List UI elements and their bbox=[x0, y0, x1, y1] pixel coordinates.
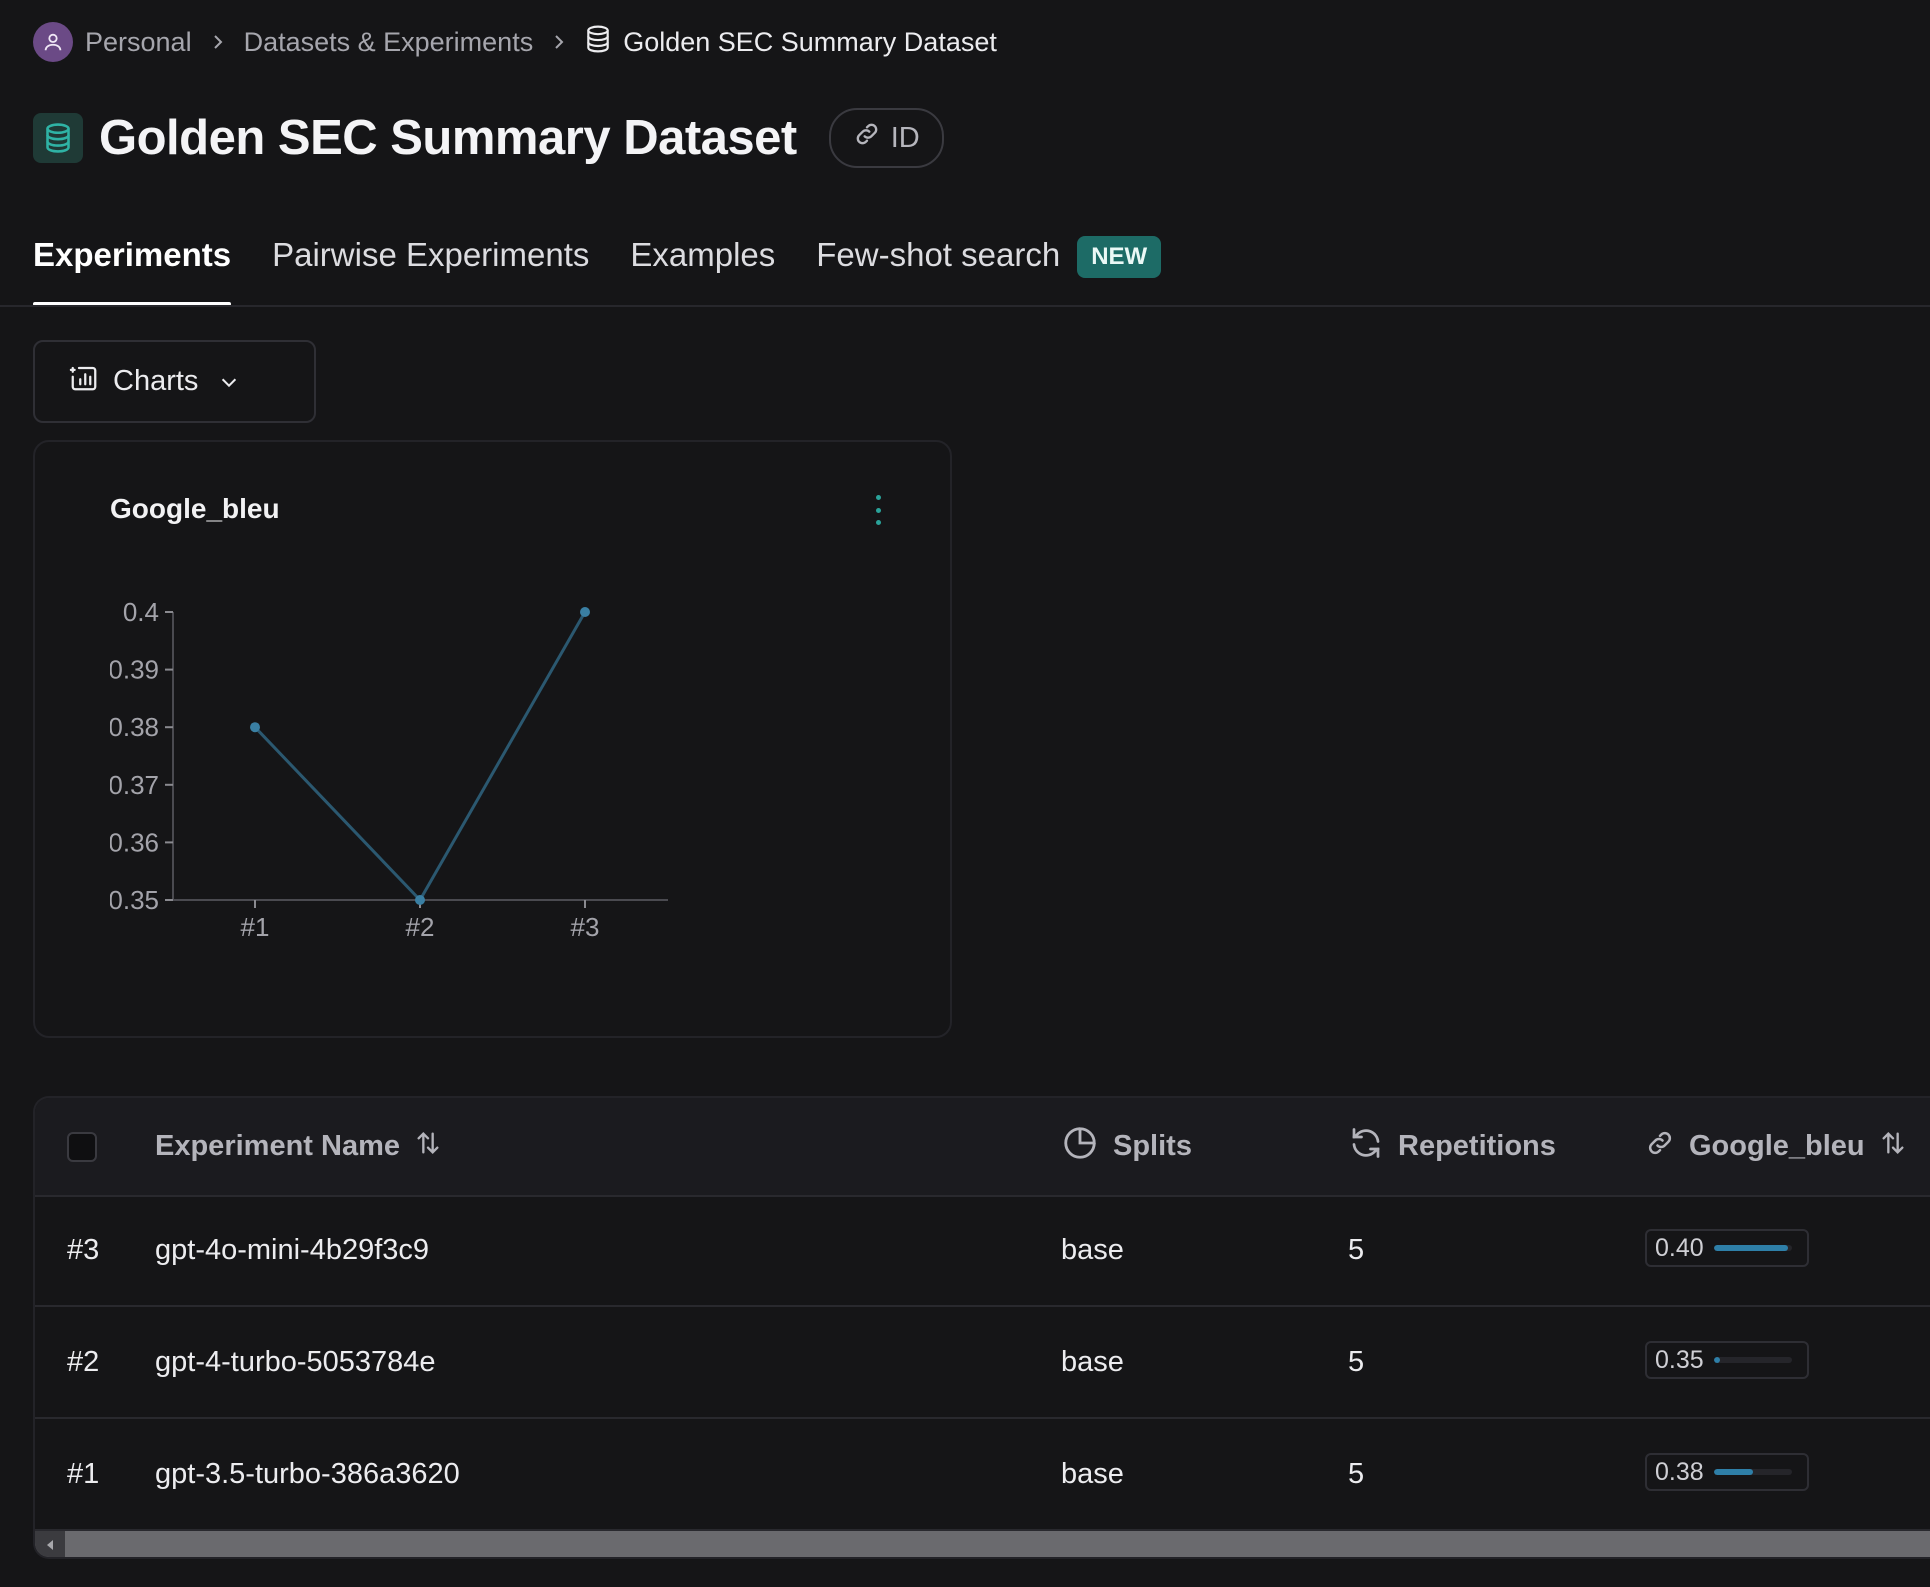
experiment-name[interactable]: gpt-4o-mini-4b29f3c9 bbox=[155, 1195, 429, 1305]
breadcrumb: Personal Datasets & Experiments Golden S… bbox=[33, 20, 997, 64]
column-splits-label: Splits bbox=[1113, 1130, 1192, 1162]
breadcrumb-current-label: Golden SEC Summary Dataset bbox=[623, 26, 997, 57]
table-row[interactable]: #1 gpt-3.5-turbo-386a3620 base 5 0.38 bbox=[35, 1419, 1930, 1531]
table-row[interactable]: #2 gpt-4-turbo-5053784e base 5 0.35 bbox=[35, 1307, 1930, 1419]
chart-title: Google_bleu bbox=[110, 493, 280, 524]
row-index: #3 bbox=[67, 1233, 100, 1266]
score-pill: 0.35 bbox=[1645, 1341, 1809, 1379]
experiment-name[interactable]: gpt-4-turbo-5053784e bbox=[155, 1307, 436, 1417]
chevron-right-icon bbox=[210, 34, 226, 50]
copy-id-button[interactable]: ID bbox=[828, 108, 944, 168]
series-line bbox=[253, 611, 587, 903]
scroll-left-arrow-icon[interactable] bbox=[35, 1531, 65, 1557]
repetitions-value: 5 bbox=[1348, 1457, 1365, 1490]
x-tick-label: #1 bbox=[241, 912, 270, 942]
y-tick-label: 0.35 bbox=[110, 885, 159, 915]
link-icon bbox=[853, 120, 881, 156]
user-avatar-icon[interactable] bbox=[33, 22, 73, 62]
column-repetitions: Repetitions bbox=[1348, 1098, 1556, 1195]
tabs-divider bbox=[0, 305, 1930, 307]
score-value: 0.35 bbox=[1655, 1345, 1704, 1374]
split-value: base bbox=[1061, 1345, 1124, 1378]
breadcrumb-personal[interactable]: Personal bbox=[85, 27, 192, 58]
experiments-table: Experiment Name Splits Repetitions Googl… bbox=[33, 1096, 1930, 1559]
score-bar-fill bbox=[1713, 1469, 1753, 1475]
sort-icon[interactable] bbox=[414, 1129, 442, 1165]
repetitions-value: 5 bbox=[1348, 1233, 1365, 1266]
score-bar bbox=[1713, 1245, 1792, 1251]
charts-label: Charts bbox=[113, 365, 199, 397]
column-google-bleu[interactable]: Google_bleu bbox=[1645, 1098, 1907, 1195]
data-point[interactable] bbox=[415, 895, 425, 905]
google-bleu-line-chart: 0.4 0.39 0.38 0.37 0.36 0.35 #1 #2 #3 bbox=[110, 597, 668, 942]
x-tick-label: #3 bbox=[571, 912, 600, 942]
y-tick-label: 0.38 bbox=[110, 712, 159, 742]
chevron-right-icon bbox=[551, 34, 567, 50]
chevron-down-icon bbox=[218, 371, 240, 393]
y-tick-label: 0.4 bbox=[123, 597, 159, 627]
column-splits: Splits bbox=[1061, 1098, 1192, 1195]
sort-icon[interactable] bbox=[1879, 1129, 1907, 1165]
link-icon bbox=[1645, 1128, 1675, 1166]
tab-pairwise-experiments[interactable]: Pairwise Experiments bbox=[272, 228, 589, 306]
experiment-name[interactable]: gpt-3.5-turbo-386a3620 bbox=[155, 1419, 460, 1529]
repetitions-value: 5 bbox=[1348, 1345, 1365, 1378]
split-value: base bbox=[1061, 1457, 1124, 1490]
score-pill: 0.40 bbox=[1645, 1229, 1809, 1267]
horizontal-scrollbar[interactable] bbox=[35, 1531, 1930, 1557]
column-google-bleu-label: Google_bleu bbox=[1689, 1130, 1865, 1162]
score-bar bbox=[1713, 1469, 1792, 1475]
row-index: #2 bbox=[67, 1345, 100, 1378]
column-experiment-name-label: Experiment Name bbox=[155, 1130, 400, 1162]
database-icon bbox=[585, 25, 611, 60]
table-row[interactable]: #3 gpt-4o-mini-4b29f3c9 base 5 0.40 bbox=[35, 1195, 1930, 1307]
table-header: Experiment Name Splits Repetitions Googl… bbox=[35, 1098, 1930, 1197]
add-chart-icon bbox=[69, 363, 99, 401]
refresh-icon bbox=[1348, 1125, 1384, 1169]
tab-experiments[interactable]: Experiments bbox=[33, 228, 232, 306]
tab-few-shot-search-label: Few-shot search bbox=[816, 236, 1061, 273]
row-index: #1 bbox=[67, 1457, 100, 1490]
y-tick-label: 0.39 bbox=[110, 655, 159, 685]
charts-dropdown-button[interactable]: Charts bbox=[33, 340, 316, 423]
score-bar-fill bbox=[1713, 1357, 1720, 1363]
data-point[interactable] bbox=[250, 722, 260, 733]
dataset-icon bbox=[33, 113, 83, 163]
tab-bar: Experiments Pairwise Experiments Example… bbox=[33, 228, 1162, 306]
x-tick-label: #2 bbox=[406, 912, 435, 942]
score-pill: 0.38 bbox=[1645, 1453, 1809, 1491]
breadcrumb-current: Golden SEC Summary Dataset bbox=[585, 25, 997, 60]
score-value: 0.38 bbox=[1655, 1457, 1704, 1486]
score-value: 0.40 bbox=[1655, 1233, 1704, 1262]
id-label: ID bbox=[890, 121, 920, 154]
tab-examples[interactable]: Examples bbox=[630, 228, 775, 306]
column-experiment-name[interactable]: Experiment Name bbox=[155, 1098, 442, 1195]
new-badge: NEW bbox=[1077, 236, 1162, 278]
column-repetitions-label: Repetitions bbox=[1398, 1130, 1556, 1162]
y-tick-label: 0.36 bbox=[110, 827, 159, 857]
split-value: base bbox=[1061, 1233, 1124, 1266]
score-bar-fill bbox=[1713, 1245, 1788, 1251]
tab-few-shot-search[interactable]: Few-shot search NEW bbox=[816, 228, 1162, 306]
y-tick-label: 0.37 bbox=[110, 770, 159, 800]
select-all-checkbox[interactable] bbox=[67, 1132, 97, 1162]
page-title: Golden SEC Summary Dataset bbox=[99, 111, 797, 165]
data-point[interactable] bbox=[580, 607, 590, 617]
breadcrumb-datasets[interactable]: Datasets & Experiments bbox=[244, 27, 534, 58]
page-header: Golden SEC Summary Dataset ID bbox=[33, 108, 944, 168]
more-options-icon[interactable] bbox=[868, 495, 888, 525]
score-bar bbox=[1713, 1357, 1792, 1363]
pie-chart-icon bbox=[1061, 1124, 1099, 1170]
